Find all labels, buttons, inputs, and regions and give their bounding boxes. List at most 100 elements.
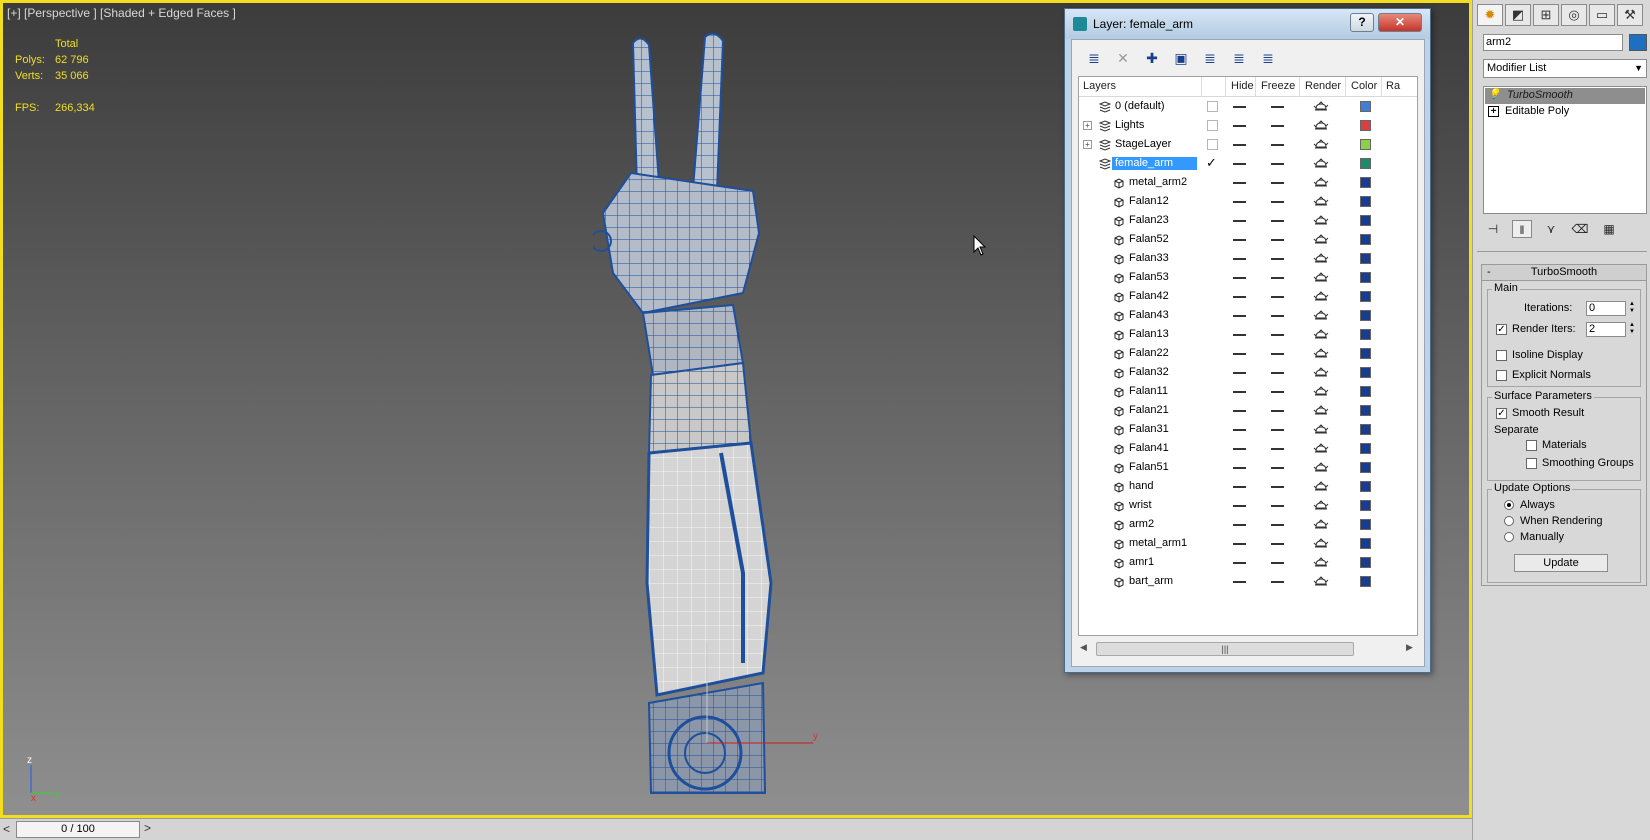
- layer-color-swatch[interactable]: [1360, 310, 1371, 321]
- freeze-toggle[interactable]: [1271, 505, 1284, 507]
- hide-toggle[interactable]: [1233, 353, 1246, 355]
- col-color[interactable]: Color: [1351, 80, 1377, 92]
- always-radio[interactable]: [1504, 500, 1514, 510]
- object-row[interactable]: metal_arm2: [1079, 174, 1417, 192]
- render-teapot-icon[interactable]: [1313, 139, 1329, 154]
- layer-color-swatch[interactable]: [1360, 253, 1371, 264]
- hide-toggle[interactable]: [1233, 410, 1246, 412]
- layer-row[interactable]: + StageLayer: [1079, 136, 1417, 154]
- modifier-list-dropdown[interactable]: Modifier List ▼: [1483, 59, 1647, 78]
- layer-color-swatch[interactable]: [1360, 462, 1371, 473]
- modifier-stack[interactable]: 💡 TurboSmooth + Editable Poly: [1483, 86, 1647, 214]
- select-in-layer-icon[interactable]: ▣: [1171, 48, 1191, 68]
- freeze-toggle[interactable]: [1271, 353, 1284, 355]
- hide-toggle[interactable]: [1233, 163, 1246, 165]
- hierarchy-tab-icon[interactable]: ⊞: [1533, 4, 1559, 26]
- explicit-normals-checkbox[interactable]: [1496, 370, 1507, 381]
- freeze-toggle[interactable]: [1271, 220, 1284, 222]
- render-teapot-icon[interactable]: [1313, 101, 1329, 116]
- motion-tab-icon[interactable]: ◎: [1561, 4, 1587, 26]
- hide-toggle[interactable]: [1233, 581, 1246, 583]
- render-teapot-icon[interactable]: [1313, 538, 1329, 553]
- layer-color-swatch[interactable]: [1360, 386, 1371, 397]
- object-row[interactable]: arm2: [1079, 516, 1417, 534]
- freeze-toggle[interactable]: [1271, 201, 1284, 203]
- current-layer-checkbox[interactable]: [1207, 139, 1218, 150]
- when-rendering-radio[interactable]: [1504, 516, 1514, 526]
- freeze-all-layers-icon[interactable]: ≣: [1258, 48, 1278, 68]
- layer-color-swatch[interactable]: [1360, 557, 1371, 568]
- layer-color-swatch[interactable]: [1360, 481, 1371, 492]
- transform-gizmo[interactable]: z y: [663, 643, 823, 763]
- freeze-toggle[interactable]: [1271, 334, 1284, 336]
- object-row[interactable]: Falan53: [1079, 269, 1417, 287]
- layer-color-swatch[interactable]: [1360, 196, 1371, 207]
- next-frame-button[interactable]: >: [144, 821, 156, 838]
- create-layer-icon[interactable]: ≣: [1084, 48, 1104, 68]
- col-render[interactable]: Render: [1305, 80, 1341, 92]
- display-tab-icon[interactable]: ▭: [1589, 4, 1615, 26]
- render-teapot-icon[interactable]: [1313, 519, 1329, 534]
- current-layer-checkbox[interactable]: [1207, 101, 1218, 112]
- render-iters-checkbox[interactable]: ✓: [1496, 324, 1507, 335]
- object-row[interactable]: Falan11: [1079, 383, 1417, 401]
- object-row[interactable]: Falan52: [1079, 231, 1417, 249]
- layer-color-swatch[interactable]: [1360, 367, 1371, 378]
- dialog-titlebar[interactable]: Layer: female_arm ? ✕: [1065, 9, 1430, 39]
- col-hide[interactable]: Hide: [1231, 80, 1254, 92]
- freeze-toggle[interactable]: [1271, 125, 1284, 127]
- layer-color-swatch[interactable]: [1360, 158, 1371, 169]
- render-teapot-icon[interactable]: [1313, 405, 1329, 420]
- hide-toggle[interactable]: [1233, 106, 1246, 108]
- render-teapot-icon[interactable]: [1313, 424, 1329, 439]
- object-row[interactable]: Falan21: [1079, 402, 1417, 420]
- object-row[interactable]: Falan51: [1079, 459, 1417, 477]
- render-iters-spin-arrows[interactable]: ▲ ▼: [1628, 322, 1636, 337]
- collapse-icon[interactable]: -: [1487, 265, 1491, 280]
- layer-color-swatch[interactable]: [1360, 101, 1371, 112]
- object-row[interactable]: Falan31: [1079, 421, 1417, 439]
- show-end-result-icon[interactable]: ‖: [1512, 220, 1532, 238]
- hide-toggle[interactable]: [1233, 125, 1246, 127]
- render-teapot-icon[interactable]: [1313, 443, 1329, 458]
- hide-toggle[interactable]: [1233, 182, 1246, 184]
- smoothing-groups-checkbox[interactable]: [1526, 458, 1537, 469]
- freeze-toggle[interactable]: [1271, 296, 1284, 298]
- render-teapot-icon[interactable]: [1313, 177, 1329, 192]
- layer-color-swatch[interactable]: [1360, 329, 1371, 340]
- horizontal-scrollbar[interactable]: ◀ ||| ▶: [1078, 640, 1418, 658]
- render-teapot-icon[interactable]: [1313, 367, 1329, 382]
- layer-color-swatch[interactable]: [1360, 291, 1371, 302]
- render-teapot-icon[interactable]: [1313, 272, 1329, 287]
- freeze-toggle[interactable]: [1271, 486, 1284, 488]
- freeze-toggle[interactable]: [1271, 543, 1284, 545]
- rollout-title[interactable]: - TurboSmooth: [1482, 265, 1646, 281]
- pin-stack-icon[interactable]: ⊣: [1483, 220, 1503, 238]
- hide-toggle[interactable]: [1233, 562, 1246, 564]
- render-teapot-icon[interactable]: [1313, 196, 1329, 211]
- render-teapot-icon[interactable]: [1313, 310, 1329, 325]
- layer-color-swatch[interactable]: [1360, 139, 1371, 150]
- close-button[interactable]: ✕: [1378, 13, 1422, 32]
- object-row[interactable]: Falan12: [1079, 193, 1417, 211]
- manually-radio[interactable]: [1504, 532, 1514, 542]
- layer-row[interactable]: female_arm ✓: [1079, 155, 1417, 173]
- layer-color-swatch[interactable]: [1360, 500, 1371, 511]
- hide-toggle[interactable]: [1233, 239, 1246, 241]
- layer-color-swatch[interactable]: [1360, 538, 1371, 549]
- freeze-toggle[interactable]: [1271, 106, 1284, 108]
- current-layer-checkmark-icon[interactable]: ✓: [1206, 155, 1217, 171]
- layer-color-swatch[interactable]: [1360, 443, 1371, 454]
- hide-toggle[interactable]: [1233, 315, 1246, 317]
- layer-color-swatch[interactable]: [1360, 120, 1371, 131]
- layer-color-swatch[interactable]: [1360, 215, 1371, 226]
- render-iters-spinner[interactable]: 2: [1586, 322, 1626, 337]
- layer-color-swatch[interactable]: [1360, 519, 1371, 530]
- create-tab-icon[interactable]: ✹: [1477, 4, 1503, 26]
- render-teapot-icon[interactable]: [1313, 462, 1329, 477]
- layer-color-swatch[interactable]: [1360, 234, 1371, 245]
- freeze-toggle[interactable]: [1271, 448, 1284, 450]
- render-teapot-icon[interactable]: [1313, 253, 1329, 268]
- expand-icon[interactable]: +: [1083, 140, 1092, 149]
- object-row[interactable]: Falan32: [1079, 364, 1417, 382]
